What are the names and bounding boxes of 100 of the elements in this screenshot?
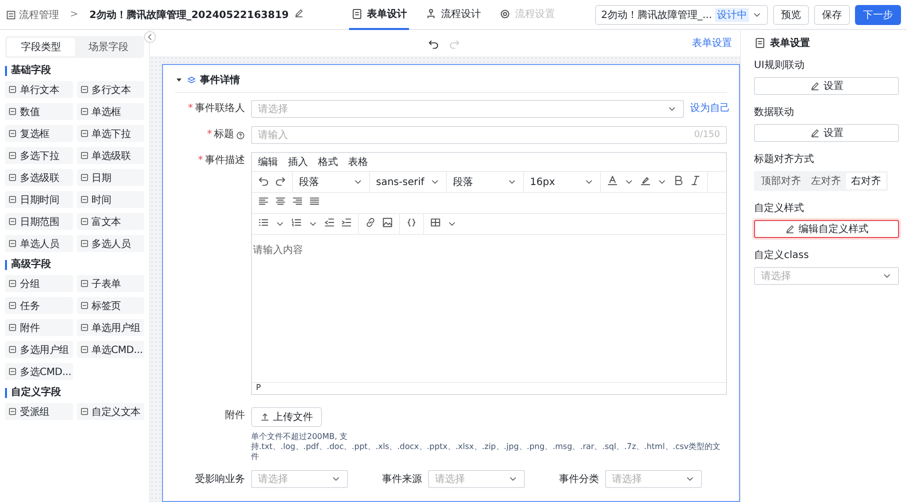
field-type-icon	[80, 151, 88, 160]
field-type-item[interactable]: 数值	[5, 103, 72, 120]
setting-label: 数据联动	[754, 106, 795, 119]
italic-icon	[690, 175, 701, 186]
field-type-icon	[8, 345, 17, 354]
code-braces-icon	[406, 217, 417, 228]
field-type-item[interactable]: 时间	[76, 191, 144, 208]
editor-menu-item[interactable]: 表格	[348, 155, 368, 169]
field-type-item[interactable]: 自定义文本	[76, 403, 144, 420]
field-type-icon	[80, 407, 88, 416]
field-type-icon	[8, 173, 17, 182]
editor-menu-item[interactable]: 格式	[318, 155, 338, 169]
sidebar-tab[interactable]: 场景字段	[74, 38, 142, 56]
field-type-icon	[8, 151, 17, 160]
table-icon	[430, 217, 441, 228]
field-type-item[interactable]: 单选下拉	[76, 125, 144, 142]
group-title: 自定义字段	[5, 388, 144, 398]
settings-button[interactable]: 设置	[754, 124, 899, 142]
field-type-icon	[8, 407, 17, 416]
field-type-item[interactable]: 多选CMD...	[5, 363, 72, 380]
breadcrumb-link[interactable]: 流程管理	[6, 8, 59, 22]
sidebar-tab[interactable]: 字段类型	[7, 38, 74, 56]
setting-label: UI规则联动	[754, 59, 806, 72]
character-counter: 0/150	[694, 130, 720, 140]
text-color-icon	[607, 175, 618, 186]
numbered-list-icon	[291, 217, 302, 228]
field-type-icon	[8, 279, 17, 288]
toolbar-button[interactable]: 预览	[773, 4, 809, 24]
editor-menu-item[interactable]: 编辑	[258, 155, 278, 169]
field-type-item[interactable]: 单选框	[76, 103, 144, 120]
field-type-item[interactable]: 多选下拉	[5, 147, 72, 164]
field-type-item[interactable]: 单选CMD...	[76, 341, 144, 358]
tab[interactable]: 表单设计	[348, 0, 409, 30]
section-title: 事件详情	[200, 73, 240, 87]
alignment-option[interactable]: 右对齐	[846, 173, 886, 189]
field-type-item[interactable]: 任务	[5, 297, 72, 314]
field-label: 标题	[214, 128, 234, 142]
field-type-icon	[80, 323, 88, 332]
editor-select[interactable]: 段落	[447, 172, 524, 192]
required-mark: *	[198, 154, 203, 168]
help-icon	[236, 130, 245, 140]
editor-select[interactable]: sans-serif	[370, 172, 447, 192]
align-center-icon	[275, 196, 286, 207]
field-type-item[interactable]: 多行文本	[76, 81, 144, 98]
field-type-item[interactable]: 单选级联	[76, 147, 144, 164]
settings-button[interactable]: 设置	[754, 77, 899, 95]
field-type-icon	[8, 217, 17, 226]
rich-text-editor[interactable]: 编辑 插入 格式 表格 段落 sans-serif 段落 16px 请输入内容 P	[251, 152, 727, 395]
field-type-item[interactable]: 子表单	[76, 275, 144, 292]
setting-label: 自定义class	[754, 248, 810, 262]
field-type-item[interactable]: 标签页	[76, 297, 144, 314]
editor-select[interactable]: 16px	[524, 172, 601, 192]
field-type-icon	[8, 323, 17, 332]
field-type-item[interactable]: 单行文本	[5, 81, 72, 98]
align-left-icon	[258, 196, 269, 207]
field-type-icon	[8, 107, 17, 116]
editor-select[interactable]: 段落	[293, 172, 370, 192]
breadcrumb-separator: >	[70, 9, 78, 20]
alignment-option[interactable]: 顶部对齐	[756, 173, 806, 189]
field-type-item[interactable]: 受派组	[5, 403, 72, 420]
alignment-option[interactable]: 左对齐	[806, 173, 846, 189]
link-icon	[365, 217, 376, 228]
form-settings-link[interactable]: 表单设置	[692, 36, 732, 50]
field-type-icon	[8, 239, 17, 248]
set-self-link[interactable]: 设为自己	[690, 100, 727, 118]
toolbar-button[interactable]: 保存	[814, 4, 850, 24]
field-type-item[interactable]: 分组	[5, 275, 72, 292]
field-label: 附件	[225, 409, 245, 423]
image-icon	[382, 217, 393, 228]
indent-icon	[341, 217, 352, 228]
field-type-item[interactable]: 附件	[5, 319, 72, 336]
field-type-item[interactable]: 多选人员	[76, 235, 144, 252]
field-type-icon	[80, 107, 88, 116]
upload-hint: 单个文件不超过200MB, 支持.txt、.log、.pdf、.doc、.ppt、.xls、.docx、.pptx、.xlsx、.zip、.jpg、.png、.msg、.rar、.sql、.7z、.html、.csv类型的文件	[251, 432, 722, 462]
field-type-item[interactable]: 日期	[76, 169, 144, 186]
field-type-item[interactable]: 单选人员	[5, 235, 72, 252]
bold-icon	[673, 175, 684, 186]
field-type-item[interactable]: 日期时间	[5, 191, 72, 208]
settings-button[interactable]: 编辑自定义样式	[754, 220, 899, 238]
pencil-icon	[784, 224, 794, 234]
upload-button[interactable]: 上传文件	[251, 407, 322, 427]
field-type-item[interactable]: 单选用户组	[76, 319, 144, 336]
chevron-left-icon	[146, 33, 154, 41]
next-button[interactable]: 下一步	[855, 4, 901, 24]
field-type-item[interactable]: 日期范围	[5, 213, 72, 230]
field-type-icon	[80, 217, 88, 226]
field-type-item[interactable]: 多选用户组	[5, 341, 72, 358]
document-icon	[754, 37, 766, 49]
upload-icon	[260, 412, 270, 422]
field-label: 事件联络人	[195, 102, 245, 116]
field-type-item[interactable]: 多选级联	[5, 169, 72, 186]
field-type-icon	[80, 129, 88, 138]
bullet-list-icon	[258, 217, 269, 228]
tab[interactable]: 流程设计	[422, 0, 483, 30]
editor-menu-item[interactable]: 插入	[288, 155, 308, 169]
field-type-item[interactable]: 富文本	[76, 213, 144, 230]
caret-down-icon[interactable]	[175, 76, 183, 84]
field-type-item[interactable]: 复选框	[5, 125, 72, 142]
undo-icon[interactable]	[428, 38, 439, 48]
version-dropdown[interactable]: 2勿动！腾讯故障管理_... 设计中	[595, 4, 768, 24]
